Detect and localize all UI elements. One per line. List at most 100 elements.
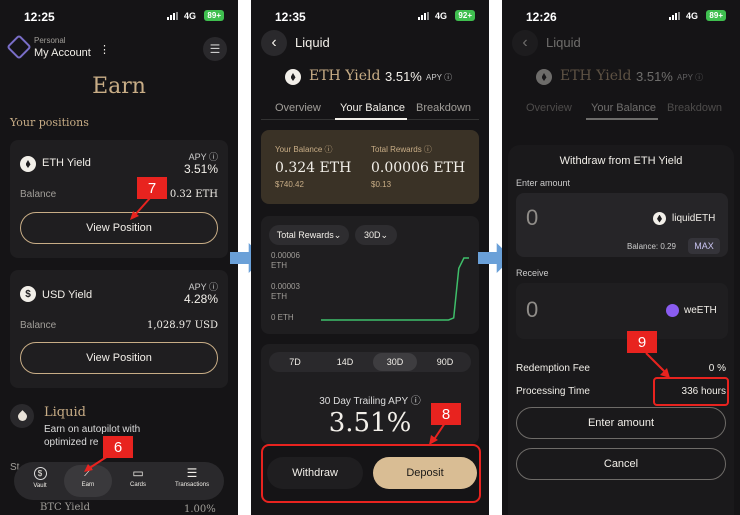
highlight-box [261,444,481,503]
balance-value: 1,028.97 USD [146,320,218,331]
balance-usd: $740.42 [275,180,304,189]
apy-value: 4.28% [183,292,218,306]
period-30d[interactable]: 30D [373,353,417,371]
rewards-label: Total Rewards ⓘ [371,145,432,154]
network-label: 4G [685,11,698,21]
apy-value: 3.51% [183,162,218,176]
asset-name: ETH Yield [560,68,632,84]
page-title: Earn [92,74,146,99]
account-type-label: Personal [34,36,66,45]
receive-box: 0 weETH [516,283,728,339]
period-90d[interactable]: 90D [423,353,467,371]
nav-transactions[interactable]: ☰ Transactions [164,465,220,497]
position-card-eth[interactable]: ETH Yield APY ⓘ 3.51% Balance 0.32 ETH V… [10,140,228,258]
asset-apy-label: APY ⓘ [426,73,453,82]
period-selector: 7D 14D 30D 90D [269,352,471,372]
menu-button[interactable]: ☰ [203,37,227,61]
y-tick-label: 0.00006 ETH [271,252,300,270]
tab-overview[interactable]: Overview [275,102,321,114]
eth-icon [536,69,552,85]
to-token: weETH [684,305,717,316]
tab-breakdown[interactable]: Breakdown [667,102,722,114]
liquid-description: Earn on autopilot with optimized re [44,424,141,448]
battery-icon: 92+ [455,10,475,21]
nav-vault[interactable]: $ Vault [20,465,60,497]
section-title: Your positions [10,116,89,129]
metric-dropdown-label: Total Rewards [276,230,334,240]
amount-input-box[interactable]: 0 liquidETH Balance: 0.29 MAX [516,193,728,257]
tab-your-balance[interactable]: Your Balance [591,102,656,114]
fee-value: 0 % [708,363,726,374]
tab-underline [586,118,658,120]
btc-yield-label: BTC Yield [40,502,90,513]
status-bar: 12:25 4G 89+ [0,0,238,32]
rewards-series-line [321,257,469,321]
signal-icon [167,12,178,20]
menu-icon: ☰ [209,42,221,56]
eth-icon [285,69,301,85]
tab-breakdown[interactable]: Breakdown [416,102,471,114]
amount-input[interactable]: 0 [526,205,538,231]
position-card-usd[interactable]: $ USD Yield APY ⓘ 4.28% Balance 1,028.97… [10,270,228,388]
battery-icon: 89+ [706,10,726,21]
tab-overview[interactable]: Overview [526,102,572,114]
status-time: 12:26 [526,10,557,24]
nav-label: Transactions [174,482,210,488]
tab-underline [335,118,407,120]
annotation-arrow [645,352,670,378]
asset-name: ETH Yield [309,68,381,84]
y-tick-label: 0.00003 ETH [271,282,300,301]
liquid-title[interactable]: Liquid [44,405,86,420]
account-more-icon[interactable]: ⋮ [99,43,110,56]
nav-label: Vault [33,483,47,489]
annotation-arrow [84,455,109,472]
receive-label: Receive [516,268,549,278]
nav-cards[interactable]: ▭ Cards [118,465,158,497]
back-button[interactable]: ‹ [512,30,538,56]
back-button[interactable]: ‹ [261,30,287,56]
max-button[interactable]: MAX [688,238,720,254]
back-icon: ‹ [522,34,528,51]
y-tick-label: 0 ETH [271,313,294,322]
processing-time-label: Processing Time [516,386,590,397]
period-7d[interactable]: 7D [273,353,317,371]
rewards-usd: $0.13 [371,180,392,189]
asset-apy-label: APY ⓘ [677,73,704,82]
view-position-button[interactable]: View Position [20,212,218,244]
enter-amount-button[interactable]: Enter amount [516,407,726,439]
period-14d[interactable]: 14D [323,353,367,371]
status-bar: 12:26 4G 89+ [502,0,740,32]
balance-value: 0.324 ETH [275,160,352,176]
back-icon: ‹ [271,34,277,51]
vault-icon: $ [33,467,47,480]
cancel-button[interactable]: Cancel [516,448,726,480]
tab-your-balance[interactable]: Your Balance [340,102,405,114]
balance-label: Your Balance ⓘ [275,145,333,154]
metric-dropdown[interactable]: Total Rewards [269,225,349,245]
signal-icon [418,12,429,20]
position-name: ETH Yield [42,157,91,169]
bottom-nav: $ Vault ⟋ Earn ▭ Cards ☰ Transactions [14,462,224,500]
receive-amount: 0 [526,297,539,322]
btc-yield-value: 1.00% [184,504,216,515]
network-label: 4G [183,11,196,21]
dollar-icon: $ [20,286,36,302]
period-dropdown[interactable]: 30D [355,225,397,245]
annotation-arrow [429,422,446,445]
view-position-button[interactable]: View Position [20,342,218,374]
balance-label: Balance [20,189,57,200]
account-name[interactable]: My Account [34,47,91,59]
account-logo-icon[interactable] [6,34,32,60]
earn-screen: 12:25 4G 89+ Personal My Account ⋮ ☰ Ear… [0,0,238,515]
from-token: liquidETH [672,213,716,224]
rewards-line-chart: 0.00006 ETH 0.00003 ETH 0 ETH [271,252,469,322]
period-dropdown-label: 30D [363,230,381,240]
rewards-value: 0.00006 ETH [371,160,466,176]
balance-label: Balance [20,320,57,331]
withdraw-modal: Withdraw from ETH Yield Enter amount 0 l… [508,145,734,515]
balance-value: 0.32 ETH [169,189,218,200]
annotation-arrow [130,197,151,220]
header-title: Liquid [295,35,330,50]
asset-apy: 3.51% [636,69,673,84]
eth-icon [20,156,36,172]
